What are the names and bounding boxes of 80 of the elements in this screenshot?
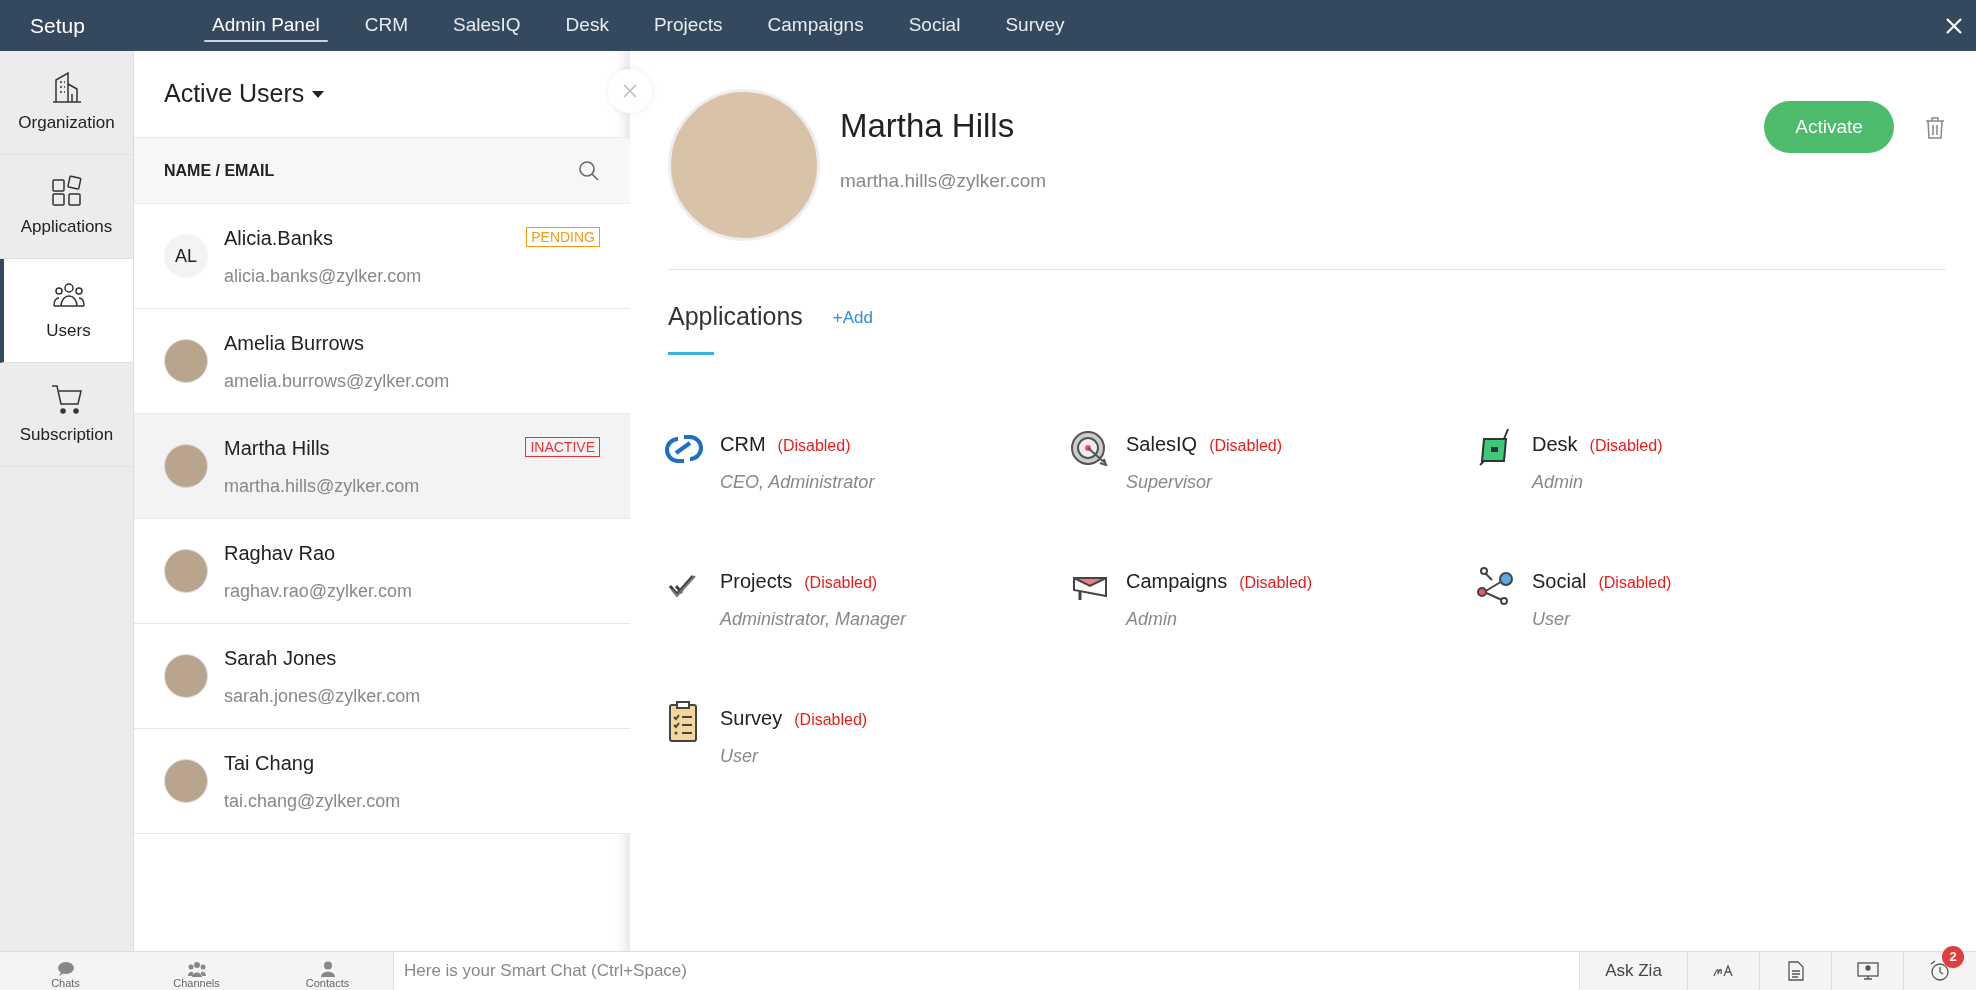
caret-icon xyxy=(312,90,325,98)
notification-badge: 2 xyxy=(1942,946,1964,968)
app-roles: User xyxy=(1532,607,1572,631)
app-title: Setup xyxy=(30,12,86,39)
trash-icon[interactable] xyxy=(1924,116,1946,140)
status-badge: INACTIVE xyxy=(525,437,600,457)
nav-tab[interactable]: Projects xyxy=(631,0,745,51)
nav-tab[interactable]: Campaigns xyxy=(745,0,886,51)
nav-tab[interactable]: Social xyxy=(886,0,983,51)
nav-tab[interactable]: Desk xyxy=(543,0,631,51)
avatar-placeholder xyxy=(164,759,208,803)
app-status: (Disabled) xyxy=(1598,572,1672,593)
user-email: sarah.jones@zylker.com xyxy=(224,684,422,708)
user-email: martha.hills@zylker.com xyxy=(224,474,421,498)
avatar-placeholder xyxy=(164,549,208,593)
app-status: (Disabled) xyxy=(1209,435,1283,456)
user-name: Alicia.Banks xyxy=(224,225,334,251)
nav-tab[interactable]: SalesIQ xyxy=(431,0,543,51)
section-title: Applications xyxy=(668,301,803,332)
user-row[interactable]: Tai Chang tai.chang@zylker.com xyxy=(134,729,630,834)
user-email: raghav.rao@zylker.com xyxy=(224,579,413,603)
nav-tab[interactable]: Survey xyxy=(983,0,1087,51)
sidebar-item[interactable]: Subscription xyxy=(0,363,133,467)
status-badge: PENDING xyxy=(526,227,600,247)
chat-nav-button[interactable]: Chats xyxy=(0,952,131,990)
user-name: Martha Hills xyxy=(224,435,331,461)
app-name: SalesIQ xyxy=(1126,431,1198,457)
sidebar-item[interactable]: Users xyxy=(0,259,133,363)
avatar-placeholder xyxy=(164,444,208,488)
nav-tab[interactable]: CRM xyxy=(342,0,430,51)
app-roles: CEO, Administrator xyxy=(720,470,875,494)
ask-zia-button[interactable]: Ask Zia xyxy=(1580,952,1688,990)
app-roles: Supervisor xyxy=(1126,470,1214,494)
user-email: tai.chang@zylker.com xyxy=(224,789,402,813)
user-email: amelia.burrows@zylker.com xyxy=(224,369,451,393)
user-name: Tai Chang xyxy=(224,750,316,776)
app-status: (Disabled) xyxy=(804,572,878,593)
user-name: Sarah Jones xyxy=(224,645,338,671)
app-status: (Disabled) xyxy=(777,435,851,456)
apps-grid-icon xyxy=(49,173,84,208)
avatar-placeholder xyxy=(164,339,208,383)
app-roles: User xyxy=(720,744,760,768)
user-avatar: AL xyxy=(164,234,208,278)
app-roles: Administrator, Manager xyxy=(720,607,907,631)
app-name: CRM xyxy=(720,431,766,457)
alarm-clock-icon[interactable] xyxy=(1929,960,1951,982)
add-link[interactable]: +Add xyxy=(832,304,873,330)
app-roles: Admin xyxy=(1532,470,1585,494)
chat-nav-button[interactable]: Contacts xyxy=(262,952,393,990)
user-email: alicia.banks@zylker.com xyxy=(224,264,423,288)
app-status: (Disabled) xyxy=(794,709,868,730)
user-row[interactable]: AL Alicia.Banks alicia.banks@zylker.com PENDING xyxy=(134,204,630,309)
user-row[interactable]: Martha Hills martha.hills@zylker.com INACTIVE xyxy=(134,414,630,519)
app-name: Social xyxy=(1532,568,1587,594)
nav-tab[interactable]: Admin Panel xyxy=(190,0,342,51)
user-row[interactable]: Amelia Burrows amelia.burrows@zylker.com xyxy=(134,309,630,414)
profile-email: martha.hills@zylker.com xyxy=(840,168,1048,193)
app-name: Campaigns xyxy=(1126,568,1228,594)
profile-name: Martha Hills xyxy=(840,106,1016,146)
app-status: (Disabled) xyxy=(1589,435,1663,456)
user-name: Raghav Rao xyxy=(224,540,337,566)
user-name: Amelia Burrows xyxy=(224,330,366,356)
smart-chat-input[interactable]: Here is your Smart Chat (Ctrl+Space) xyxy=(393,952,1580,990)
close-icon xyxy=(623,84,637,98)
chat-bubble-icon xyxy=(56,961,75,977)
app-roles: Admin xyxy=(1126,607,1179,631)
group-icon xyxy=(187,961,206,977)
app-name: Projects xyxy=(720,568,793,594)
list-filter-dropdown[interactable]: Active Users xyxy=(164,75,325,113)
user-row[interactable]: Sarah Jones sarah.jones@zylker.com xyxy=(134,624,630,729)
app-name: Desk xyxy=(1532,431,1578,457)
column-header: NAME / EMAIL xyxy=(164,160,275,181)
app-status: (Disabled) xyxy=(1239,572,1313,593)
search-icon[interactable] xyxy=(578,159,600,182)
user-row[interactable]: Raghav Rao raghav.rao@zylker.com xyxy=(134,519,630,624)
avatar-placeholder xyxy=(164,654,208,698)
app-name: Survey xyxy=(720,705,783,731)
sidebar-item[interactable]: Organization xyxy=(0,51,133,155)
person-icon xyxy=(318,961,337,977)
chat-nav-button[interactable]: Channels xyxy=(131,952,262,990)
